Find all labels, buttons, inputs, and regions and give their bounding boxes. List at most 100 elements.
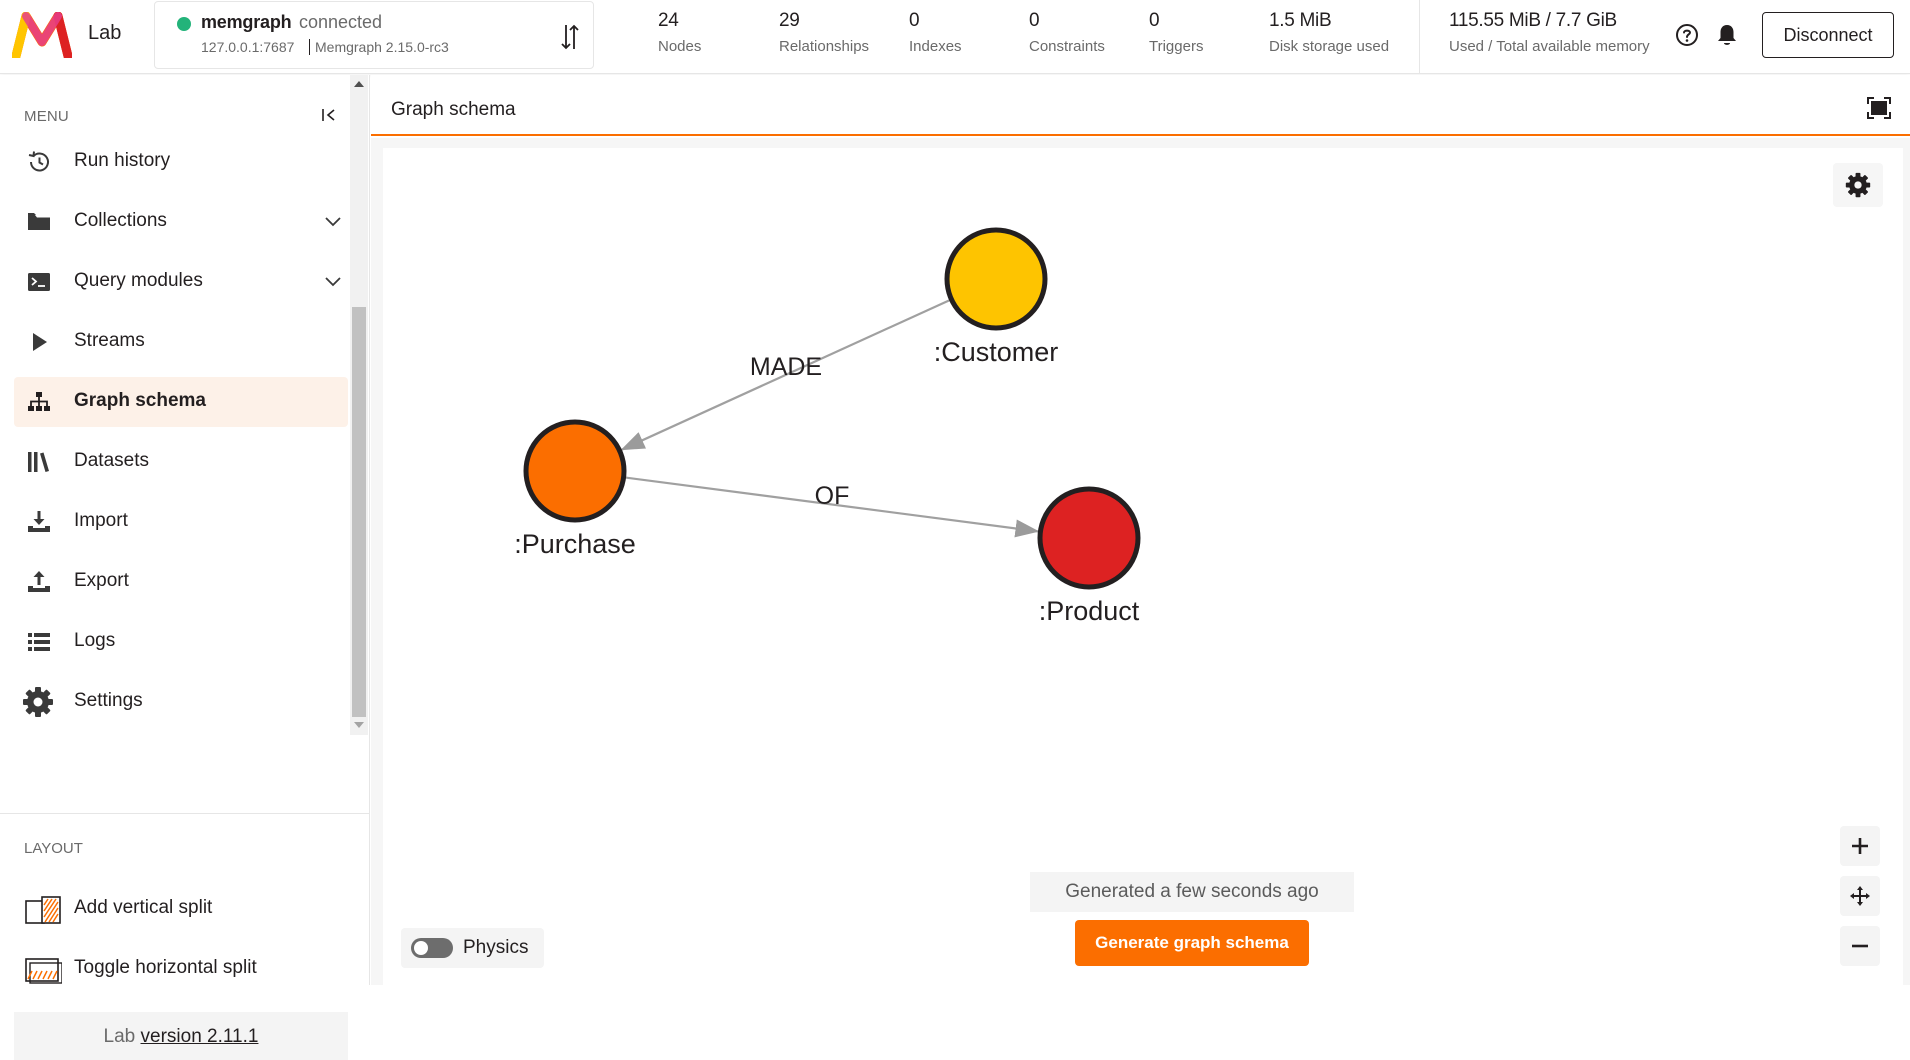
connection-name: memgraph	[201, 12, 292, 32]
zoom-out-button[interactable]	[1840, 926, 1880, 966]
graph-node-label: :Product	[1039, 596, 1140, 626]
chevron-down-icon[interactable]	[324, 213, 342, 231]
graph-node-purchase[interactable]	[523, 419, 627, 523]
sidebar-item-logs[interactable]: Logs	[14, 617, 348, 667]
help-circle-icon[interactable]	[1675, 23, 1699, 47]
terminal-icon	[28, 273, 50, 291]
scroll-up-arrow-icon[interactable]	[354, 81, 364, 87]
stat-memory: 115.55 MiB / 7.7 GiB Used / Total availa…	[1449, 10, 1650, 55]
toggle-knob	[414, 941, 428, 955]
panel-title: Graph schema	[391, 99, 516, 120]
gear-icon	[1845, 172, 1871, 198]
graph-edge-label: MADE	[750, 353, 822, 381]
bell-icon[interactable]	[1716, 23, 1738, 47]
graph-canvas[interactable]: MADE OF :Customer :Purchase :Product	[383, 148, 1903, 985]
horizontal-split-icon	[25, 958, 62, 984]
gear-icon	[23, 687, 53, 717]
version-footer: Lab version 2.11.1	[14, 1012, 348, 1060]
stat-value: 0	[1149, 10, 1160, 31]
stat-value: 115.55 MiB / 7.7 GiB	[1449, 10, 1617, 31]
zoom-in-button[interactable]	[1840, 826, 1880, 866]
menu-section-title: MENU	[24, 108, 69, 125]
sidebar-scroll-thumb[interactable]	[352, 307, 366, 717]
sitemap-icon	[28, 392, 50, 411]
graph-canvas-area: MADE OF :Customer :Purchase :Product	[371, 138, 1910, 985]
sidebar-item-label: Datasets	[74, 450, 149, 471]
header-divider	[1419, 0, 1420, 74]
graph-node-customer[interactable]	[944, 227, 1048, 331]
graph-settings-button[interactable]	[1833, 163, 1883, 207]
fit-to-screen-button[interactable]	[1840, 876, 1880, 916]
stat-nodes: 24 Nodes	[658, 10, 701, 55]
vertical-split-icon	[25, 896, 61, 924]
stat-label: Used / Total available memory	[1449, 38, 1650, 55]
generate-graph-schema-button[interactable]: Generate graph schema	[1075, 920, 1309, 966]
collapse-sidebar-icon[interactable]	[320, 106, 338, 124]
graph-node-label: :Customer	[934, 337, 1059, 367]
sidebar-item-collections[interactable]: Collections	[14, 197, 348, 247]
switch-connection-icon[interactable]	[559, 22, 581, 52]
version-prefix: Lab	[103, 1026, 136, 1047]
disconnect-button[interactable]: Disconnect	[1762, 12, 1894, 58]
sidebar-item-label: Import	[74, 510, 128, 531]
stat-label: Disk storage used	[1269, 38, 1390, 55]
graph-edge-label: OF	[815, 482, 850, 510]
sidebar-item-settings[interactable]: Settings	[14, 677, 348, 727]
connection-panel[interactable]: memgraph connected 127.0.0.1:7687 Memgra…	[154, 1, 594, 69]
sidebar-item-label: Settings	[74, 690, 143, 711]
sidebar-item-run-history[interactable]: Run history	[14, 137, 348, 187]
graph-node-product[interactable]	[1037, 486, 1141, 590]
panel-header: Graph schema	[371, 75, 1910, 136]
sidebar-item-graph-schema[interactable]: Graph schema	[14, 377, 348, 427]
sidebar-item-query-modules[interactable]: Query modules	[14, 257, 348, 307]
layout-item-label: Toggle horizontal split	[74, 957, 257, 978]
plus-icon	[1852, 838, 1868, 854]
stat-label: Relationships	[779, 38, 870, 55]
fit-arrows-icon	[1850, 886, 1870, 906]
add-vertical-split-button[interactable]: Add vertical split	[14, 883, 348, 933]
folder-icon	[28, 213, 50, 230]
sidebar-item-import[interactable]: Import	[14, 497, 348, 547]
graph-schema-svg[interactable]: MADE OF :Customer :Purchase :Product	[383, 148, 1903, 985]
stat-disk-storage: 1.5 MiB Disk storage used	[1269, 10, 1389, 55]
stat-indexes: 0 Indexes	[909, 10, 962, 55]
stat-label: Indexes	[909, 38, 962, 55]
play-icon	[33, 333, 47, 351]
sidebar-divider	[0, 813, 370, 814]
connection-host: 127.0.0.1:7687	[201, 39, 295, 55]
stat-constraints: 0 Constraints	[1029, 10, 1105, 55]
top-bar: Lab memgraph connected 127.0.0.1:7687 Me…	[0, 0, 1910, 74]
sidebar-item-label: Export	[74, 570, 129, 591]
layout-section-title: LAYOUT	[24, 840, 83, 857]
sidebar-item-label: Graph schema	[74, 390, 206, 411]
sidebar-item-label: Logs	[74, 630, 116, 651]
stat-value: 29	[779, 10, 800, 31]
sidebar-item-datasets[interactable]: Datasets	[14, 437, 348, 487]
sidebar: MENU Run history Collections Query modul…	[0, 75, 370, 1060]
stat-relationships: 29 Relationships	[779, 10, 869, 55]
toggle-horizontal-split-button[interactable]: Toggle horizontal split	[14, 943, 348, 993]
sidebar-item-label: Streams	[74, 330, 145, 351]
memgraph-logo-icon[interactable]	[12, 12, 72, 58]
connection-separator	[309, 39, 310, 55]
app-name: Lab	[88, 22, 122, 44]
stat-value: 24	[658, 10, 679, 31]
library-icon	[28, 452, 49, 472]
graph-node-label: :Purchase	[514, 529, 636, 559]
list-icon	[28, 633, 50, 651]
stat-label: Triggers	[1149, 38, 1204, 55]
sidebar-item-label: Collections	[74, 210, 167, 231]
sidebar-item-label: Query modules	[74, 270, 203, 291]
connection-status: connected	[299, 12, 383, 32]
stat-triggers: 0 Triggers	[1149, 10, 1203, 55]
connection-version: Memgraph 2.15.0-rc3	[315, 39, 449, 55]
chevron-down-icon[interactable]	[324, 273, 342, 291]
stat-label: Nodes	[658, 38, 702, 55]
fullscreen-icon[interactable]	[1867, 97, 1891, 119]
physics-toggle-control[interactable]: Physics	[401, 928, 544, 968]
scroll-down-arrow-icon[interactable]	[354, 722, 364, 728]
version-link[interactable]: version 2.11.1	[141, 1026, 259, 1047]
sidebar-item-export[interactable]: Export	[14, 557, 348, 607]
sidebar-item-streams[interactable]: Streams	[14, 317, 348, 367]
physics-toggle[interactable]	[411, 938, 453, 958]
